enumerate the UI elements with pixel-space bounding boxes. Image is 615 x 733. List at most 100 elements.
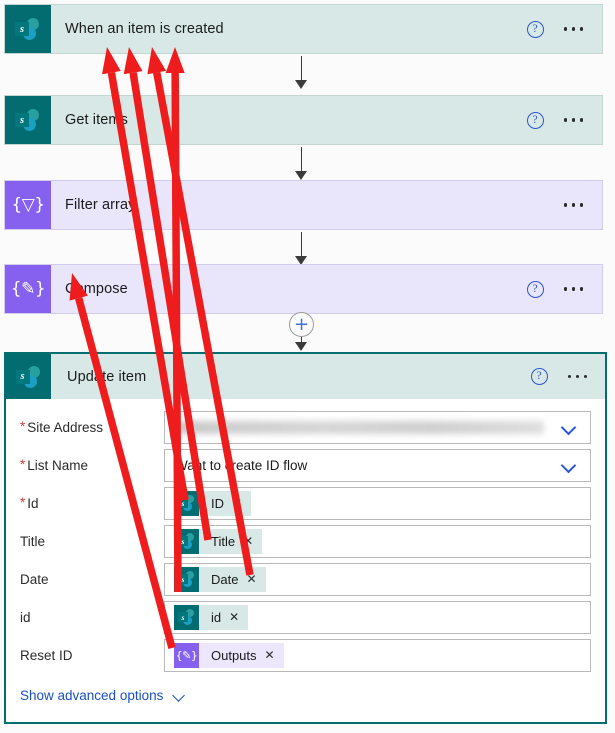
sharepoint-icon: s — [5, 96, 51, 144]
dynamic-content-token[interactable]: {✎} Outputs ✕ — [174, 642, 284, 668]
list-name-value: Want to create ID flow — [175, 457, 308, 473]
update-item-title: Update item — [67, 368, 147, 385]
flow-node-title: Filter array — [65, 197, 136, 213]
dynamic-content-token[interactable]: s ID ✕ — [174, 490, 252, 516]
compose-glyph: {✎} — [10, 278, 46, 299]
sharepoint-icon: s — [174, 566, 199, 592]
required-indicator: * — [20, 419, 26, 435]
chevron-down-icon[interactable] — [560, 418, 578, 436]
update-item-card-body: * Site Address * List Name Want to creat… — [6, 399, 605, 703]
title-input[interactable]: s Title ✕ — [164, 524, 591, 558]
help-icon[interactable]: ? — [530, 368, 548, 385]
sharepoint-icon: s — [174, 490, 199, 516]
dynamic-content-token[interactable]: s Title ✕ — [174, 528, 263, 554]
required-indicator: * — [20, 495, 26, 511]
field-row-date: Date s Date ✕ — [6, 560, 605, 598]
field-row-site-address: * Site Address — [6, 408, 605, 446]
field-label-text: List Name — [27, 457, 89, 473]
remove-token-icon[interactable]: ✕ — [246, 572, 256, 586]
flow-node-actions: ? — [527, 181, 603, 229]
required-indicator: * — [20, 457, 26, 473]
flow-node-compose[interactable]: {✎} Compose ? — [4, 264, 603, 314]
site-address-value — [175, 420, 544, 434]
overflow-menu-icon[interactable] — [563, 27, 583, 31]
overflow-menu-icon[interactable] — [563, 203, 583, 207]
token-label: ID — [211, 495, 224, 511]
field-label-id: * Id — [20, 496, 164, 511]
field-label-reset-id: Reset ID — [20, 648, 164, 663]
chevron-down-icon[interactable] — [560, 456, 578, 474]
reset-id-input[interactable]: {✎} Outputs ✕ — [164, 638, 591, 672]
overflow-menu-icon[interactable] — [563, 287, 583, 291]
field-label-title: Title — [20, 534, 164, 549]
help-icon[interactable]: ? — [526, 280, 544, 298]
connector-arrowhead-icon — [295, 80, 307, 89]
show-advanced-options-link[interactable]: Show advanced options — [6, 674, 605, 703]
date-input[interactable]: s Date ✕ — [164, 562, 591, 596]
token-label: Outputs — [211, 647, 257, 663]
field-label-text: Reset ID — [20, 647, 73, 663]
update-item-card: s Update item ? * Site Address * List Na… — [4, 352, 607, 724]
token-body: Date ✕ — [199, 566, 266, 592]
dynamic-content-token[interactable]: s id ✕ — [174, 604, 249, 630]
flow-node-get-items[interactable]: s Get items ? — [4, 95, 603, 145]
connector-arrowhead-icon — [295, 171, 307, 180]
field-row-id-lowercase: id s id ✕ — [6, 598, 605, 636]
compose-icon: {✎} — [174, 642, 199, 668]
field-row-reset-id: Reset ID {✎} Outputs ✕ — [6, 636, 605, 674]
help-icon[interactable]: ? — [526, 20, 544, 38]
field-label-text: id — [20, 609, 31, 625]
sharepoint-icon: s — [6, 354, 51, 399]
remove-token-icon[interactable]: ✕ — [232, 496, 242, 510]
chevron-down-icon[interactable] — [172, 688, 187, 703]
field-row-list-name: * List Name Want to create ID flow — [6, 446, 605, 484]
field-label-text: Date — [20, 571, 49, 587]
overflow-menu-icon[interactable] — [563, 118, 583, 122]
field-label-site-address: * Site Address — [20, 420, 164, 435]
field-row-title: Title s Title ✕ — [6, 522, 605, 560]
filter-glyph: {▽} — [11, 194, 45, 215]
token-body: ID ✕ — [199, 490, 252, 516]
help-icon[interactable]: ? — [526, 111, 544, 129]
flow-node-title: Compose — [65, 281, 128, 297]
flow-node-filter-array[interactable]: {▽} Filter array ? — [4, 180, 603, 230]
id-input[interactable]: s ID ✕ — [164, 486, 591, 520]
filter-icon: {▽} — [5, 181, 51, 229]
remove-token-icon[interactable]: ✕ — [265, 648, 275, 662]
connector-arrowhead-icon — [295, 342, 307, 351]
flow-node-when-an-item-is-created[interactable]: s When an item is created ? — [4, 4, 603, 54]
show-advanced-options-label: Show advanced options — [20, 688, 164, 703]
flow-node-title: When an item is created — [65, 21, 224, 37]
flow-node-actions: ? — [526, 265, 603, 313]
token-label: id — [211, 609, 222, 625]
field-label-text: Title — [20, 533, 46, 549]
sharepoint-icon: s — [5, 5, 51, 53]
flow-node-title: Get items — [65, 112, 128, 128]
field-label-date: Date — [20, 572, 164, 587]
token-body: Outputs ✕ — [199, 642, 284, 668]
remove-token-icon[interactable]: ✕ — [243, 534, 253, 548]
field-label-text: Id — [27, 495, 39, 511]
sharepoint-icon: s — [174, 528, 199, 554]
insert-step-button[interactable]: + — [289, 312, 314, 337]
flow-node-actions: ? — [526, 5, 603, 53]
token-body: Title ✕ — [199, 528, 263, 554]
update-item-actions: ? — [530, 354, 606, 399]
flow-canvas: s When an item is created ? s Get items … — [0, 0, 615, 733]
overflow-menu-icon[interactable] — [567, 374, 587, 379]
list-name-dropdown[interactable]: Want to create ID flow — [164, 448, 591, 482]
flow-node-actions: ? — [526, 96, 603, 144]
site-address-dropdown[interactable] — [164, 410, 591, 444]
token-body: id ✕ — [199, 604, 249, 630]
compose-icon: {✎} — [5, 265, 51, 313]
field-label-list-name: * List Name — [20, 458, 164, 473]
id-lowercase-input[interactable]: s id ✕ — [164, 600, 591, 634]
sharepoint-icon: s — [174, 604, 199, 630]
field-row-id: * Id s ID ✕ — [6, 484, 605, 522]
field-label-id-lowercase: id — [20, 610, 164, 625]
remove-token-icon[interactable]: ✕ — [229, 610, 239, 624]
dynamic-content-token[interactable]: s Date ✕ — [174, 566, 266, 592]
token-label: Date — [211, 571, 239, 587]
update-item-card-header[interactable]: s Update item ? — [6, 354, 605, 399]
field-label-text: Site Address — [27, 419, 104, 435]
